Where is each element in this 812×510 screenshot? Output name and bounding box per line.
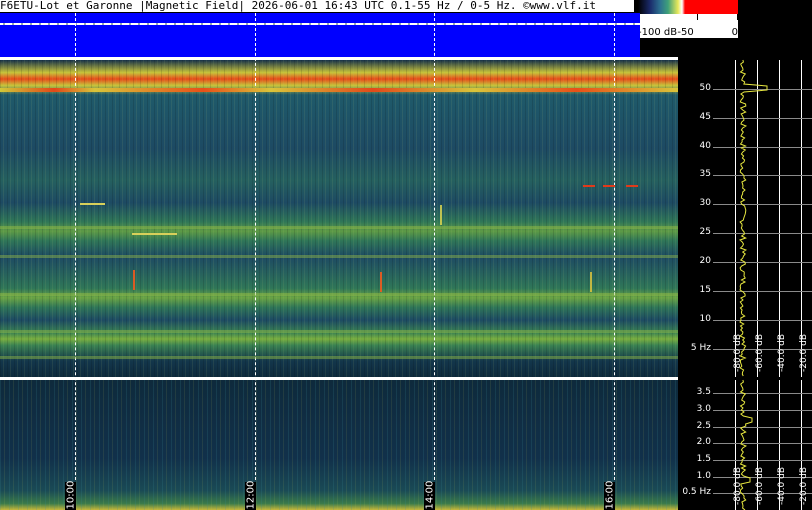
x-tick-label: 16:00 — [604, 480, 616, 510]
spectral-line — [0, 226, 678, 230]
lower-spectrum-profile-line — [739, 379, 753, 510]
y-tick-label: 45 — [699, 111, 711, 122]
x-tick-text: 10:00 — [65, 480, 77, 510]
spectral-line — [0, 255, 678, 259]
y-tick-label: 35 — [699, 169, 711, 180]
signal-strip — [0, 13, 640, 57]
color-scale-tick — [697, 14, 699, 20]
signal-burst — [133, 270, 135, 290]
signal-strip-trace — [0, 23, 640, 25]
yellow-trace-mark — [80, 203, 105, 205]
y-tick-label: 20 — [699, 256, 711, 267]
y-tick-label: 15 — [699, 284, 711, 295]
x-tick-text: 14:00 — [424, 480, 436, 510]
y-tick-label: 1.5 — [696, 454, 711, 464]
color-scale-label: 0 — [731, 27, 738, 38]
red-trace-mark — [583, 185, 595, 187]
color-scale-axis: -100 dB -50 0 — [638, 14, 738, 38]
lower-spectrogram — [0, 380, 678, 510]
chart-title: F6ETU-Lot et Garonne |Magnetic Field| 20… — [0, 0, 634, 12]
y-tick-label: 25 — [699, 227, 711, 238]
y-tick-label: 3.5 — [696, 387, 711, 398]
color-scale-label: -100 dB — [638, 27, 678, 38]
y-tick-label: 2.0 — [696, 437, 711, 448]
y-tick-label: 1.0 — [696, 470, 711, 481]
signal-burst — [590, 272, 592, 292]
yellow-trace-mark — [132, 233, 177, 235]
color-scale-tick — [737, 14, 738, 20]
red-trace-mark — [603, 185, 615, 187]
y-tick-label: 5 Hz — [690, 342, 711, 353]
x-tick-text: 12:00 — [245, 480, 257, 510]
spectral-line — [0, 356, 678, 360]
red-trace-mark — [626, 185, 638, 187]
spectral-line — [0, 87, 678, 92]
x-tick-text: 16:00 — [604, 480, 616, 510]
y-tick-label: 2.5 — [696, 420, 711, 431]
signal-burst — [440, 205, 442, 225]
upper-spectrum-profile-line — [739, 59, 768, 377]
spectral-line — [0, 330, 678, 334]
spectral-line — [0, 292, 678, 296]
y-tick-label: 40 — [699, 140, 711, 151]
lower-spectrum-profile — [739, 379, 753, 510]
y-tick-label: 10 — [699, 313, 711, 324]
y-tick-label: 50 — [699, 82, 711, 93]
color-scale-bar — [638, 0, 738, 14]
x-tick-label: 10:00 — [65, 480, 77, 510]
x-tick-label: 14:00 — [424, 480, 436, 510]
x-tick-label: 12:00 — [245, 480, 257, 510]
color-scale-label: -50 — [677, 27, 694, 38]
y-tick-label: 0.5 Hz — [682, 487, 711, 498]
y-tick-label: 3.0 — [696, 404, 711, 414]
upper-spectrum-profile — [739, 59, 768, 377]
y-tick-label: 30 — [699, 198, 711, 209]
signal-burst — [380, 272, 382, 292]
